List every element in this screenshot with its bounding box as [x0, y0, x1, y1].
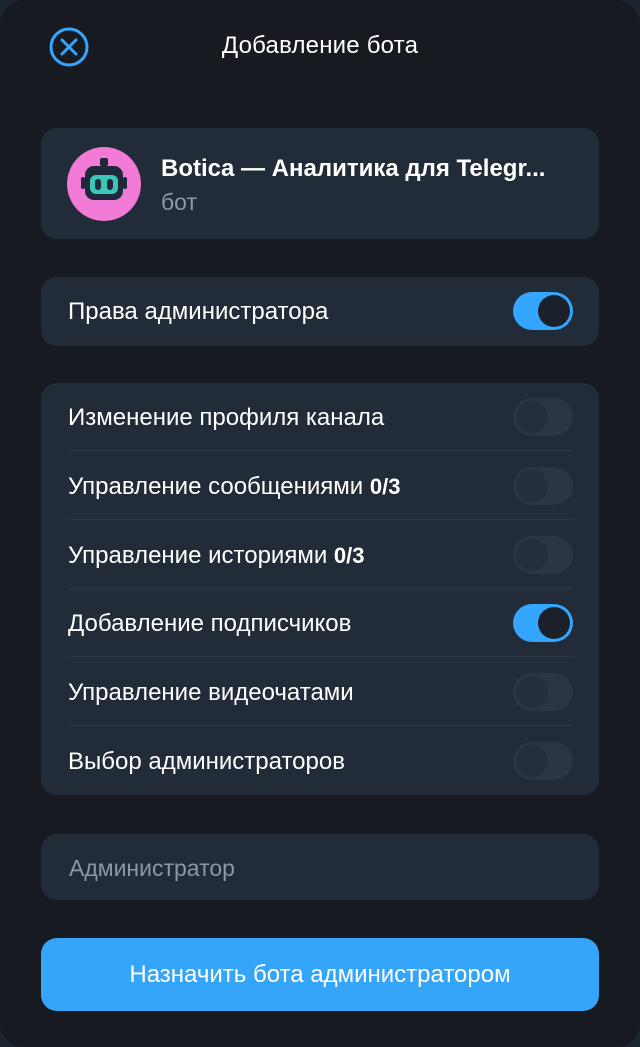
- permission-toggle[interactable]: [513, 742, 573, 780]
- permissions-card: Изменение профиля канала Управление сооб…: [41, 383, 599, 795]
- toggle-knob: [516, 470, 548, 502]
- permission-label: Управление видеочатами: [68, 679, 354, 706]
- permission-label: Добавление подписчиков: [68, 610, 352, 637]
- permission-row[interactable]: Добавление подписчиков: [41, 589, 599, 657]
- toggle-knob: [516, 676, 548, 708]
- dialog-header: Добавление бота: [0, 0, 640, 92]
- admin-rights-label: Права администратора: [68, 298, 329, 325]
- bot-name: Botica — Аналитика для Telegr...: [161, 155, 546, 182]
- toggle-knob: [538, 607, 570, 639]
- permission-label: Управление сообщениями 0/3: [68, 473, 401, 500]
- bot-subtitle: бот: [161, 189, 197, 215]
- bot-avatar: [67, 147, 141, 221]
- permission-label: Выбор администраторов: [68, 748, 345, 775]
- dialog-title: Добавление бота: [221, 32, 419, 59]
- make-admin-button[interactable]: Назначить бота администратором: [41, 938, 599, 1011]
- permission-row[interactable]: Изменение профиля канала: [41, 383, 599, 451]
- divider: [68, 450, 573, 451]
- admin-rights-toggle[interactable]: [513, 292, 573, 330]
- divider: [68, 725, 573, 726]
- divider: [68, 656, 573, 657]
- permission-row[interactable]: Управление историями 0/3: [41, 521, 599, 589]
- permission-row[interactable]: Управление сообщениями 0/3: [41, 452, 599, 520]
- permission-label: Изменение профиля канала: [68, 404, 385, 431]
- bot-info-card: Botica — Аналитика для Telegr... бот: [41, 128, 599, 239]
- permission-toggle[interactable]: [513, 398, 573, 436]
- toggle-knob: [516, 745, 548, 777]
- permission-label: Управление историями 0/3: [68, 542, 365, 569]
- role-title-field-card: [41, 834, 599, 900]
- permission-toggle[interactable]: [513, 467, 573, 505]
- add-bot-dialog: Добавление бота Botica — Аналитика для T…: [0, 0, 640, 1047]
- toggle-knob: [516, 539, 548, 571]
- admin-rights-card: Права администратора: [41, 277, 599, 346]
- role-title-input[interactable]: [69, 855, 569, 882]
- permission-row[interactable]: Управление видеочатами: [41, 658, 599, 726]
- toggle-knob: [538, 295, 570, 327]
- permission-toggle[interactable]: [513, 673, 573, 711]
- permission-row[interactable]: Выбор администраторов: [41, 727, 599, 795]
- permission-toggle[interactable]: [513, 604, 573, 642]
- toggle-knob: [516, 401, 548, 433]
- divider: [68, 519, 573, 520]
- permission-toggle[interactable]: [513, 536, 573, 574]
- robot-avatar-icon: [67, 147, 141, 221]
